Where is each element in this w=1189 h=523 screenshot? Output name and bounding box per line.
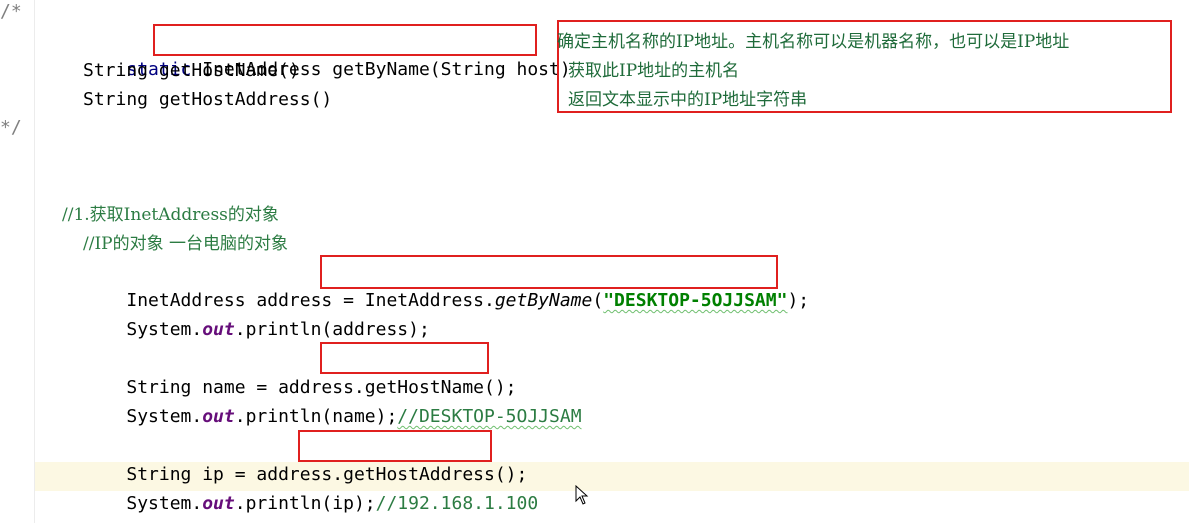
code-line-print-address: System.out.println(address); xyxy=(83,288,429,340)
doc-comment-start: /* xyxy=(0,1,22,22)
code-line-print-name: System.out.println(name);//DESKTOP-5OJJS… xyxy=(83,375,581,427)
system-class: System. xyxy=(126,319,203,340)
ip-result-comment: //192.168.1.100 xyxy=(375,493,539,514)
annotation-gethostaddress: 返回文本显示中的IP地址字符串 xyxy=(568,90,808,110)
println-address: .println(address); xyxy=(234,319,430,340)
system-class: System. xyxy=(126,406,203,427)
annotation-gethostname: 获取此IP地址的主机名 xyxy=(568,61,740,81)
decl-close: ); xyxy=(787,290,810,311)
doc-line-gethostaddress: String getHostAddress() xyxy=(83,89,333,110)
doc-comment-end: */ xyxy=(0,117,22,138)
highlight-box-getbyname-call xyxy=(320,255,778,289)
println-ip: .println(ip); xyxy=(234,493,376,514)
out-field: out xyxy=(202,406,235,427)
highlight-box-gethostname-call xyxy=(320,342,489,374)
decl-hostname-string: "DESKTOP-5OJJSAM" xyxy=(603,290,788,311)
out-field: out xyxy=(202,493,235,514)
highlight-box-getbyname-signature xyxy=(153,24,537,56)
annotation-getbyname: 确定主机名称的IP地址。主机名称可以是机器名称，也可以是IP地址 xyxy=(557,32,1070,52)
hostname-result-comment: //DESKTOP-5OJJSAM xyxy=(397,406,582,427)
doc-line-gethostname: String getHostName() xyxy=(83,60,300,81)
editor-gutter xyxy=(0,0,34,523)
comment-get-inetaddress: //1.获取InetAddress的对象 xyxy=(62,205,279,225)
out-field: out xyxy=(202,319,235,340)
decl-call-method: getByName xyxy=(494,290,593,311)
comment-ip-object: //IP的对象 一台电脑的对象 xyxy=(83,234,289,254)
system-class: System. xyxy=(126,493,203,514)
println-name: .println(name); xyxy=(234,406,398,427)
mouse-pointer-icon xyxy=(575,485,589,505)
gutter-divider xyxy=(34,0,35,523)
highlight-box-gethostaddress-call xyxy=(298,430,492,462)
decl-open-paren: ( xyxy=(592,290,604,311)
code-editor[interactable]: /* */ static InetAddress getByName(Strin… xyxy=(0,0,1189,523)
code-line-print-ip: System.out.println(ip);//192.168.1.100 xyxy=(83,462,538,514)
